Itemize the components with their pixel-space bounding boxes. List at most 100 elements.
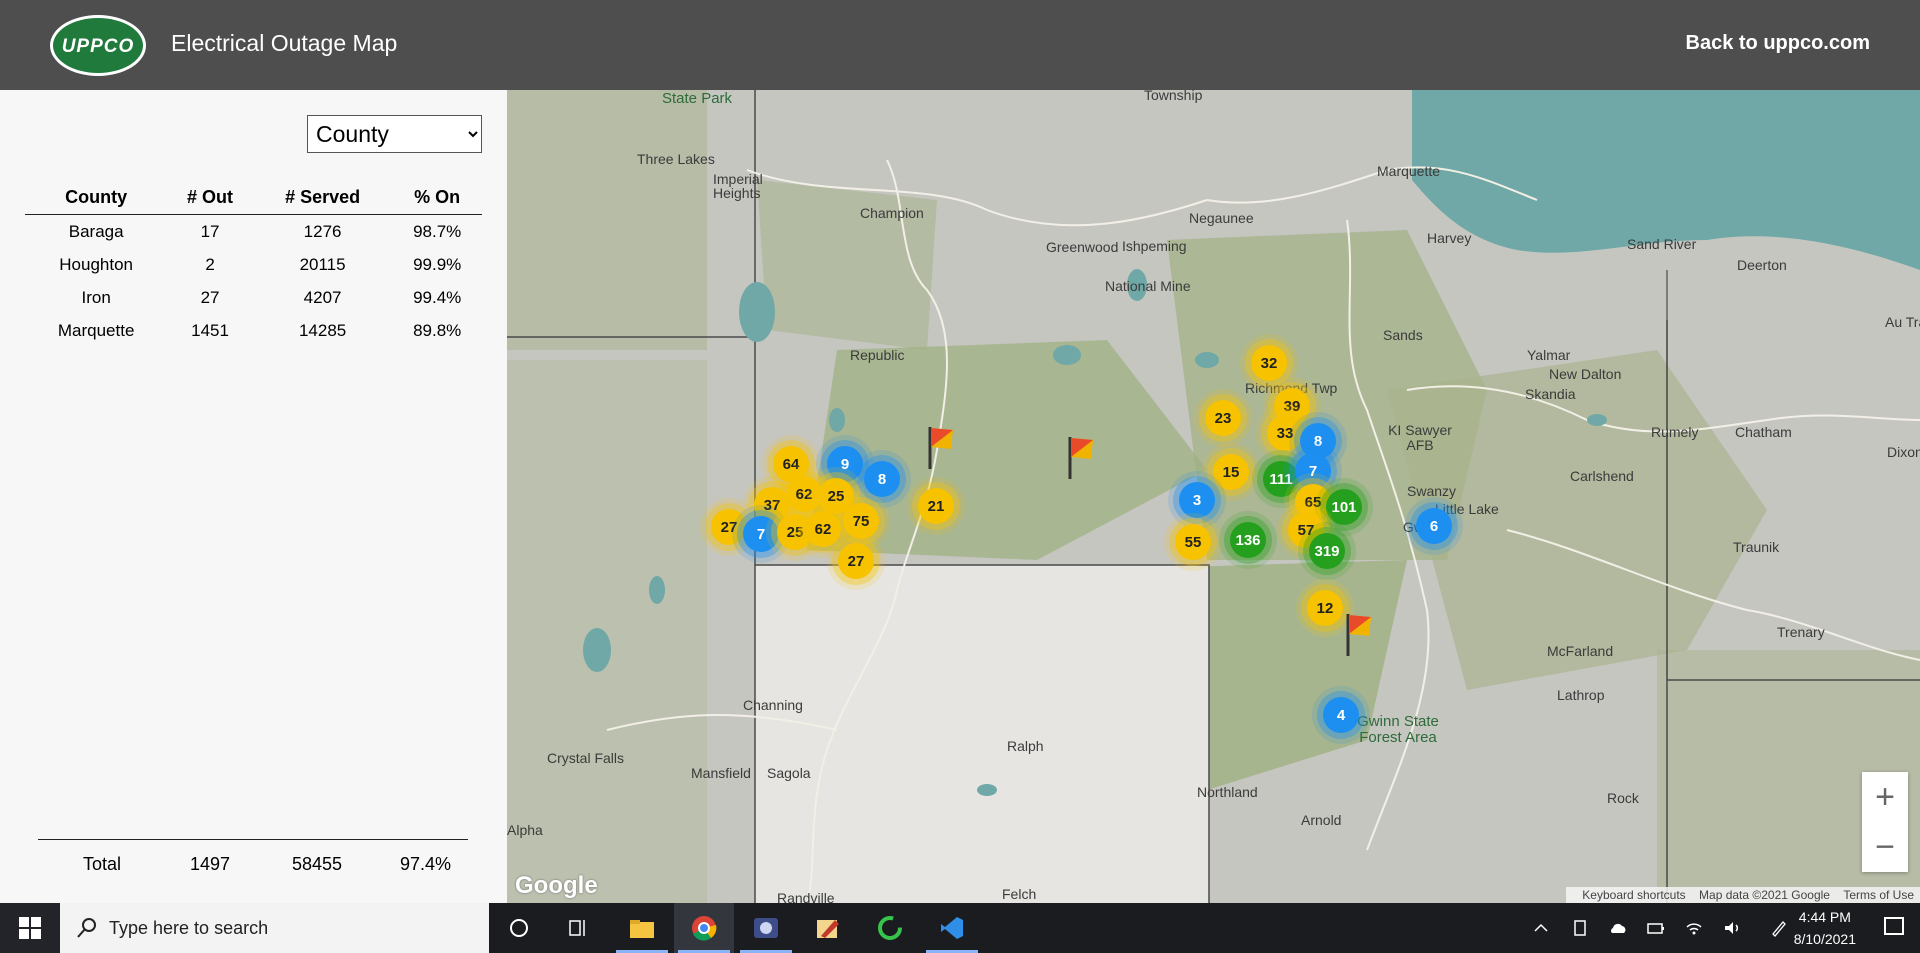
start-button[interactable]	[0, 903, 60, 953]
total-label: Total	[83, 854, 122, 874]
zoom-in-button[interactable]: +	[1862, 772, 1908, 822]
app-header: UPPCO Electrical Outage Map Back to uppc…	[0, 0, 1920, 90]
place-label: Three Lakes	[637, 151, 715, 167]
column-header-county[interactable]: County	[25, 180, 168, 215]
uppco-logo[interactable]: UPPCO	[50, 15, 146, 76]
outage-cluster[interactable]: 32	[1251, 345, 1287, 381]
place-label: Imperial Heights	[713, 171, 763, 201]
view-select[interactable]: County	[307, 115, 482, 153]
outage-cluster[interactable]: 4	[1323, 697, 1359, 733]
windows-logo-icon	[19, 917, 41, 939]
outage-cluster[interactable]: 15	[1213, 454, 1249, 490]
column-header-out[interactable]: # Out	[167, 180, 253, 215]
outage-cluster[interactable]: 12	[1307, 590, 1343, 626]
place-label: Deerton	[1737, 257, 1787, 273]
table-row[interactable]: Marquette 1451 14285 89.8%	[25, 314, 482, 347]
place-label: Republic	[850, 347, 905, 363]
zoom-out-button[interactable]: −	[1862, 822, 1908, 872]
chrome-icon[interactable]	[674, 903, 734, 953]
place-label: Swanzy	[1407, 483, 1457, 499]
outage-cluster[interactable]: 62	[786, 476, 822, 512]
chevron-up-icon[interactable]	[1532, 919, 1550, 937]
notification-center-icon[interactable]	[1884, 917, 1904, 935]
pen-icon[interactable]	[1770, 919, 1788, 937]
outage-cluster[interactable]: 75	[843, 503, 879, 539]
place-label: McFarland	[1547, 643, 1614, 659]
outage-cluster[interactable]: 23	[1205, 400, 1241, 436]
customers-out: 1451	[191, 320, 229, 340]
device-icon[interactable]	[1571, 919, 1589, 937]
wifi-icon[interactable]	[1685, 919, 1703, 937]
place-label: Township	[1144, 90, 1203, 103]
back-to-uppco-link[interactable]: Back to uppco.com	[1686, 32, 1870, 55]
column-header-percent-on[interactable]: % On	[392, 180, 482, 215]
place-label: Skandia	[1525, 386, 1576, 402]
outage-cluster[interactable]: 21	[918, 488, 954, 524]
outage-cluster[interactable]: 8	[864, 461, 900, 497]
place-label: Trenary	[1777, 624, 1825, 640]
place-label: Dixon	[1887, 444, 1920, 460]
percent-on: 99.4%	[413, 287, 462, 307]
place-label: Chatham	[1735, 424, 1792, 440]
clock-time: 4:44 PM	[1798, 909, 1851, 925]
sidebar: County County # Out # Served % On Baraga…	[0, 90, 507, 903]
crew-flag-icon[interactable]	[927, 425, 957, 469]
place-label: Ralph	[1007, 738, 1044, 754]
map-attribution: Keyboard shortcuts Map data ©2021 Google…	[1566, 887, 1920, 903]
outage-cluster[interactable]: 136	[1230, 522, 1266, 558]
outage-cluster[interactable]: 27	[838, 543, 874, 579]
place-label: National Mine	[1105, 278, 1191, 294]
county-name: Marquette	[57, 320, 135, 340]
outage-cluster[interactable]: 62	[805, 511, 841, 547]
taskbar-search-box[interactable]: Type here to search	[60, 903, 489, 953]
task-view-icon[interactable]	[549, 903, 609, 953]
outage-map[interactable]: State Park Township Marquette Three Lake…	[507, 90, 1920, 903]
zoom-controls: + −	[1862, 772, 1908, 872]
crew-flag-icon[interactable]	[1345, 612, 1375, 656]
outage-cluster[interactable]: 27	[711, 509, 747, 545]
table-row[interactable]: Iron 27 4207 99.4%	[25, 281, 482, 314]
table-row[interactable]: Houghton 2 20115 99.9%	[25, 248, 482, 281]
column-header-served[interactable]: # Served	[252, 180, 393, 215]
outage-cluster[interactable]: 7	[743, 516, 779, 552]
place-label: Rumely	[1651, 424, 1699, 440]
place-label: Channing	[743, 697, 803, 713]
outage-cluster[interactable]: 55	[1175, 524, 1211, 560]
place-label: Randville	[777, 890, 835, 903]
outage-cluster[interactable]: 9	[827, 446, 863, 482]
keyboard-shortcuts-link[interactable]: Keyboard shortcuts	[1582, 888, 1685, 902]
table-row[interactable]: Baraga 17 1276 98.7%	[25, 215, 482, 249]
app-icon[interactable]	[736, 903, 796, 953]
place-label: Harvey	[1427, 230, 1472, 246]
cortana-icon[interactable]	[489, 903, 549, 953]
windows-taskbar: Type here to search 4:44 PM 8/10/2021	[0, 903, 1920, 953]
place-label: Crystal Falls	[547, 750, 625, 766]
search-placeholder: Type here to search	[109, 918, 269, 938]
place-label: Sands	[1383, 327, 1423, 343]
circle-app-icon[interactable]	[860, 903, 920, 953]
place-label: Lathrop	[1557, 687, 1605, 703]
terms-link[interactable]: Terms of Use	[1843, 888, 1914, 902]
place-label: Sand River	[1627, 236, 1697, 252]
file-explorer-icon[interactable]	[612, 903, 672, 953]
outage-cluster[interactable]: 33	[1267, 415, 1303, 451]
logo-text: UPPCO	[61, 36, 135, 57]
battery-icon[interactable]	[1647, 919, 1665, 937]
volume-icon[interactable]	[1723, 919, 1741, 937]
crew-flag-icon[interactable]	[1067, 435, 1097, 479]
outage-cluster[interactable]: 3	[1179, 482, 1215, 518]
vscode-icon[interactable]	[922, 903, 982, 953]
outage-cluster[interactable]: 111	[1263, 461, 1299, 497]
google-logo[interactable]: Google	[515, 872, 598, 900]
outage-cluster[interactable]: 101	[1326, 489, 1362, 525]
total-served: 58455	[292, 854, 343, 874]
place-label: Au Train	[1885, 314, 1920, 330]
paint-icon[interactable]	[798, 903, 858, 953]
taskbar-clock[interactable]: 4:44 PM 8/10/2021	[1794, 906, 1856, 950]
total-out: 1497	[190, 854, 231, 874]
outage-cluster[interactable]: 6	[1416, 508, 1452, 544]
place-label: Gwinn State Forest Area	[1357, 713, 1439, 746]
table-header-row: County # Out # Served % On	[25, 180, 482, 215]
onedrive-cloud-icon[interactable]	[1609, 919, 1627, 937]
outage-cluster[interactable]: 319	[1309, 533, 1345, 569]
